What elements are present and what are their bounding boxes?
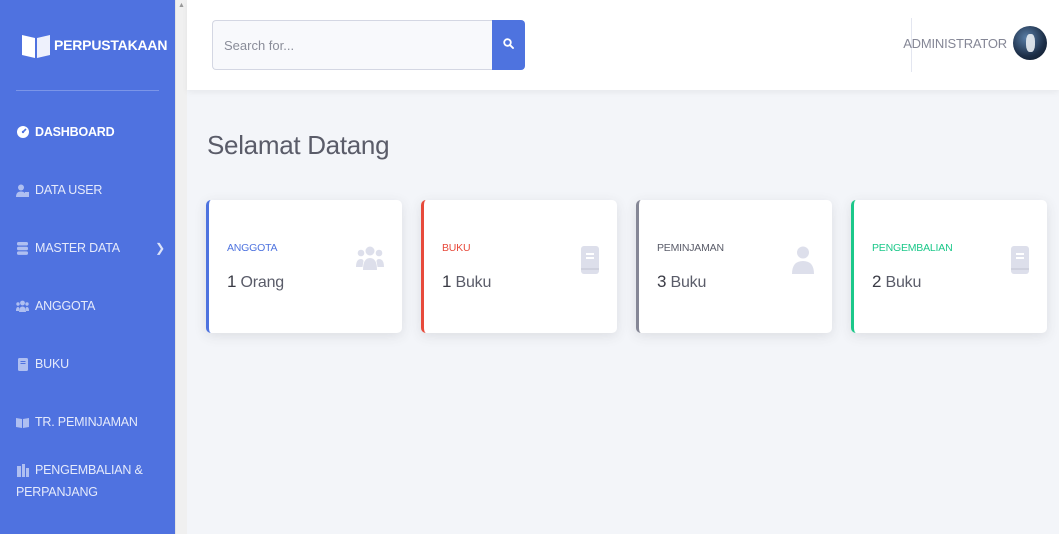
sidebar-item-label: MASTER DATA xyxy=(35,241,120,255)
card-number: 1 xyxy=(227,272,237,291)
card-unit: Orang xyxy=(240,274,285,291)
sidebar-divider xyxy=(16,90,159,91)
book-return-icon xyxy=(16,464,29,477)
sidebar-item-label: BUKU xyxy=(35,357,69,371)
search-input[interactable] xyxy=(212,20,492,70)
sidebar-item-label: PENGEMBALIAN & PERPANJANG xyxy=(16,459,143,503)
tachometer-icon xyxy=(16,126,29,139)
brand-link[interactable]: PERPUSTAKAAN xyxy=(0,0,175,89)
card-value: 3 Buku xyxy=(657,272,706,292)
stat-card-peminjaman: PEMINJAMAN 3 Buku xyxy=(636,200,832,333)
sidebar-item-anggota[interactable]: ANGGOTA xyxy=(0,277,175,335)
book-icon xyxy=(1011,246,1029,279)
users-icon xyxy=(16,300,29,313)
chevron-right-icon: ❯ xyxy=(155,241,165,255)
user-icon xyxy=(792,246,814,279)
card-number: 3 xyxy=(657,272,667,291)
card-value: 1 Orang xyxy=(227,272,284,292)
user-name: ADMINISTRATOR xyxy=(903,35,1007,51)
card-number: 1 xyxy=(442,272,452,291)
sidebar-item-dashboard[interactable]: DASHBOARD xyxy=(0,103,175,161)
stat-card-pengembalian: PENGEMBALIAN 2 Buku xyxy=(851,200,1047,333)
book-open-logo-icon xyxy=(20,29,52,61)
sidebar-item-buku[interactable]: BUKU xyxy=(0,335,175,393)
card-value: 1 Buku xyxy=(442,272,491,292)
user-tie-icon xyxy=(16,184,29,197)
sidebar-item-label: DATA USER xyxy=(35,183,103,197)
search-button[interactable] xyxy=(492,20,525,70)
sidebar-item-label-line1: PENGEMBALIAN & xyxy=(35,463,143,477)
sidebar-item-label-line2: PERPANJANG xyxy=(16,485,98,499)
card-label: BUKU xyxy=(442,242,471,254)
topbar: ADMINISTRATOR xyxy=(187,0,1059,90)
sidebar-scrollbar[interactable]: ▲ xyxy=(175,0,187,534)
card-label: PEMINJAMAN xyxy=(657,242,724,254)
sidebar-nav: DASHBOARD DATA USER MASTER DATA ❯ ANGGOT… xyxy=(0,103,175,521)
avatar xyxy=(1013,26,1047,60)
card-unit: Buku xyxy=(885,274,922,291)
sidebar-item-label: ANGGOTA xyxy=(35,299,96,313)
card-label: ANGGOTA xyxy=(227,242,278,254)
sidebar: PERPUSTAKAAN DASHBOARD DATA USER MASTER … xyxy=(0,0,175,534)
user-dropdown[interactable]: ADMINISTRATOR xyxy=(903,26,1047,60)
sidebar-item-label: DASHBOARD xyxy=(35,125,115,139)
card-number: 2 xyxy=(872,272,882,291)
book-open-icon xyxy=(16,416,29,429)
sidebar-item-pengembalian[interactable]: PENGEMBALIAN & PERPANJANG xyxy=(0,451,175,521)
scroll-up-arrow-icon[interactable]: ▲ xyxy=(178,2,185,9)
sidebar-item-master-data[interactable]: MASTER DATA ❯ xyxy=(0,219,175,277)
book-icon xyxy=(581,246,599,279)
brand-name: PERPUSTAKAAN xyxy=(54,36,168,53)
database-icon xyxy=(16,241,29,255)
stat-card-buku: BUKU 1 Buku xyxy=(421,200,617,333)
sidebar-item-data-user[interactable]: DATA USER xyxy=(0,161,175,219)
users-icon xyxy=(356,246,384,275)
sidebar-item-label: TR. PEMINJAMAN xyxy=(35,415,138,429)
search-icon xyxy=(503,36,514,54)
sidebar-item-tr-peminjaman[interactable]: TR. PEMINJAMAN xyxy=(0,393,175,451)
book-icon xyxy=(16,357,29,371)
card-value: 2 Buku xyxy=(872,272,921,292)
card-unit: Buku xyxy=(455,274,492,291)
card-label: PENGEMBALIAN xyxy=(872,242,953,254)
card-unit: Buku xyxy=(670,274,707,291)
page-title: Selamat Datang xyxy=(207,130,390,160)
stat-card-anggota: ANGGOTA 1 Orang xyxy=(206,200,402,333)
search-form xyxy=(212,20,525,70)
